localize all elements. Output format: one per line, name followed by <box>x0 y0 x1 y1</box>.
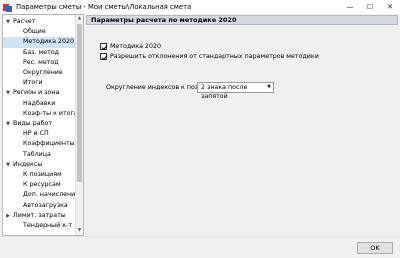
tree-item-label: Округление <box>23 69 63 76</box>
rounding-select[interactable]: 2 знака после запятой ▼ <box>197 82 274 100</box>
chevron-down-icon[interactable]: ▼ <box>5 88 11 98</box>
window-title: Параметры сметы - Мои сметы\Локальная см… <box>16 3 192 11</box>
tree-item[interactable]: ▼ Виды работ <box>3 119 76 129</box>
tree-item-label: Рес. метод <box>23 58 59 66</box>
tree-item-label: Лимит. затраты <box>13 211 66 219</box>
panel-header: Параметры расчета по методике 2020 <box>86 15 398 25</box>
tree-item[interactable]: Коэф-ты к итогам <box>3 109 82 119</box>
tree-item-label: Общие <box>23 28 46 36</box>
chevron-down-icon[interactable]: ▼ <box>5 160 11 170</box>
chevron-down-icon[interactable]: ▼ <box>5 119 11 129</box>
methodology-2020-option[interactable]: Методика 2020 <box>100 42 161 51</box>
allow-deviations-checkbox[interactable] <box>100 53 108 61</box>
tree-item-label: Виды работ <box>13 120 52 127</box>
tree-item[interactable]: Автозагрузка <box>3 201 76 211</box>
tree-item[interactable]: ▼ Расчет <box>3 17 76 27</box>
tree-item[interactable]: Тендерный к-т <box>3 221 76 231</box>
chevron-right-icon[interactable]: ▶ <box>5 211 11 221</box>
methodology-2020-checkbox[interactable] <box>100 43 108 51</box>
chevron-down-icon[interactable]: ▼ <box>5 17 11 27</box>
settings-tree[interactable]: ▼ Расчет Общие Методика 2020 Баз. метод Рес. … <box>2 14 84 236</box>
tree-item[interactable]: Надбавки <box>3 99 76 109</box>
tree-item[interactable]: Таблица <box>3 150 76 160</box>
tree-item-label: Индексы <box>13 160 43 168</box>
tree-item-label: Тендерный к-т <box>23 222 72 229</box>
tree-item-label: Расчет <box>13 18 36 25</box>
tree-item[interactable]: ▼ Регион и зона <box>3 88 76 98</box>
tree-item[interactable]: Рес. метод <box>3 58 76 68</box>
tree-item[interactable]: ▼ Индексы <box>3 160 76 170</box>
tree-item-label: К позициям <box>23 171 62 178</box>
tree-item[interactable]: К ресурсам <box>3 180 76 190</box>
chevron-down-icon[interactable]: ▼ <box>267 83 271 92</box>
tree-item[interactable]: Коэффициенты <box>3 139 76 149</box>
minimize-button[interactable]: — <box>340 0 360 14</box>
tree-item[interactable]: Доп. начисления <box>3 190 80 200</box>
allow-deviations-label: Разрешить отклонения от стандартных пара… <box>110 53 319 60</box>
tree-item[interactable]: К позициям <box>3 170 76 180</box>
tree-item-label: К ресурсам <box>23 181 61 189</box>
checkmark-icon <box>101 55 108 61</box>
maximize-button[interactable]: ☐ <box>360 0 380 14</box>
tree-item-label: Баз. метод <box>23 48 60 56</box>
allow-deviations-option[interactable]: Разрешить отклонения от стандартных пара… <box>100 52 319 61</box>
tree-item-label: НР и СП <box>23 130 49 138</box>
scroll-up-icon[interactable]: ▲ <box>76 15 83 23</box>
tree-item-label: Коэф-ты к итогам <box>23 109 83 117</box>
tree-item-label: Коэффициенты <box>23 140 75 148</box>
tree-item-label: Доп. начисления <box>23 191 80 199</box>
tree-item[interactable]: НР и СП <box>3 129 76 139</box>
tree-item-label: Надбавки <box>23 99 56 107</box>
dialog-footer: OK <box>0 236 400 258</box>
tree-item[interactable]: Баз. метод <box>3 48 76 58</box>
methodology-2020-label: Методика 2020 <box>110 43 161 50</box>
tree-scrollbar[interactable]: ▲ ▼ <box>75 15 83 235</box>
tree-item[interactable]: Методика 2020 <box>3 37 76 48</box>
ok-button[interactable]: OK <box>357 242 393 254</box>
tree-item-label: Автозагрузка <box>23 201 68 209</box>
tree-item[interactable]: Итоги <box>3 78 76 88</box>
tree-item[interactable]: Общие <box>3 27 76 37</box>
tree-item-label: Методика 2020 <box>23 38 74 46</box>
tree-item[interactable]: ▶ Лимит. затраты <box>3 211 76 221</box>
window-titlebar: Параметры сметы - Мои сметы\Локальная см… <box>0 0 400 14</box>
settings-panel: Параметры расчета по методике 2020 Метод… <box>86 14 398 236</box>
close-button[interactable]: ✕ <box>380 0 400 14</box>
app-icon <box>3 3 12 12</box>
scroll-down-icon[interactable]: ▼ <box>76 227 83 235</box>
scroll-thumb[interactable] <box>77 24 82 182</box>
tree-item[interactable]: Округление <box>3 68 76 78</box>
checkmark-icon <box>101 45 108 51</box>
rounding-select-value: 2 знака после запятой <box>201 84 248 100</box>
tree-item-label: Регион и зона <box>13 89 60 97</box>
tree-item-label: Итоги <box>23 79 43 87</box>
tree-item-label: Таблица <box>23 150 51 158</box>
